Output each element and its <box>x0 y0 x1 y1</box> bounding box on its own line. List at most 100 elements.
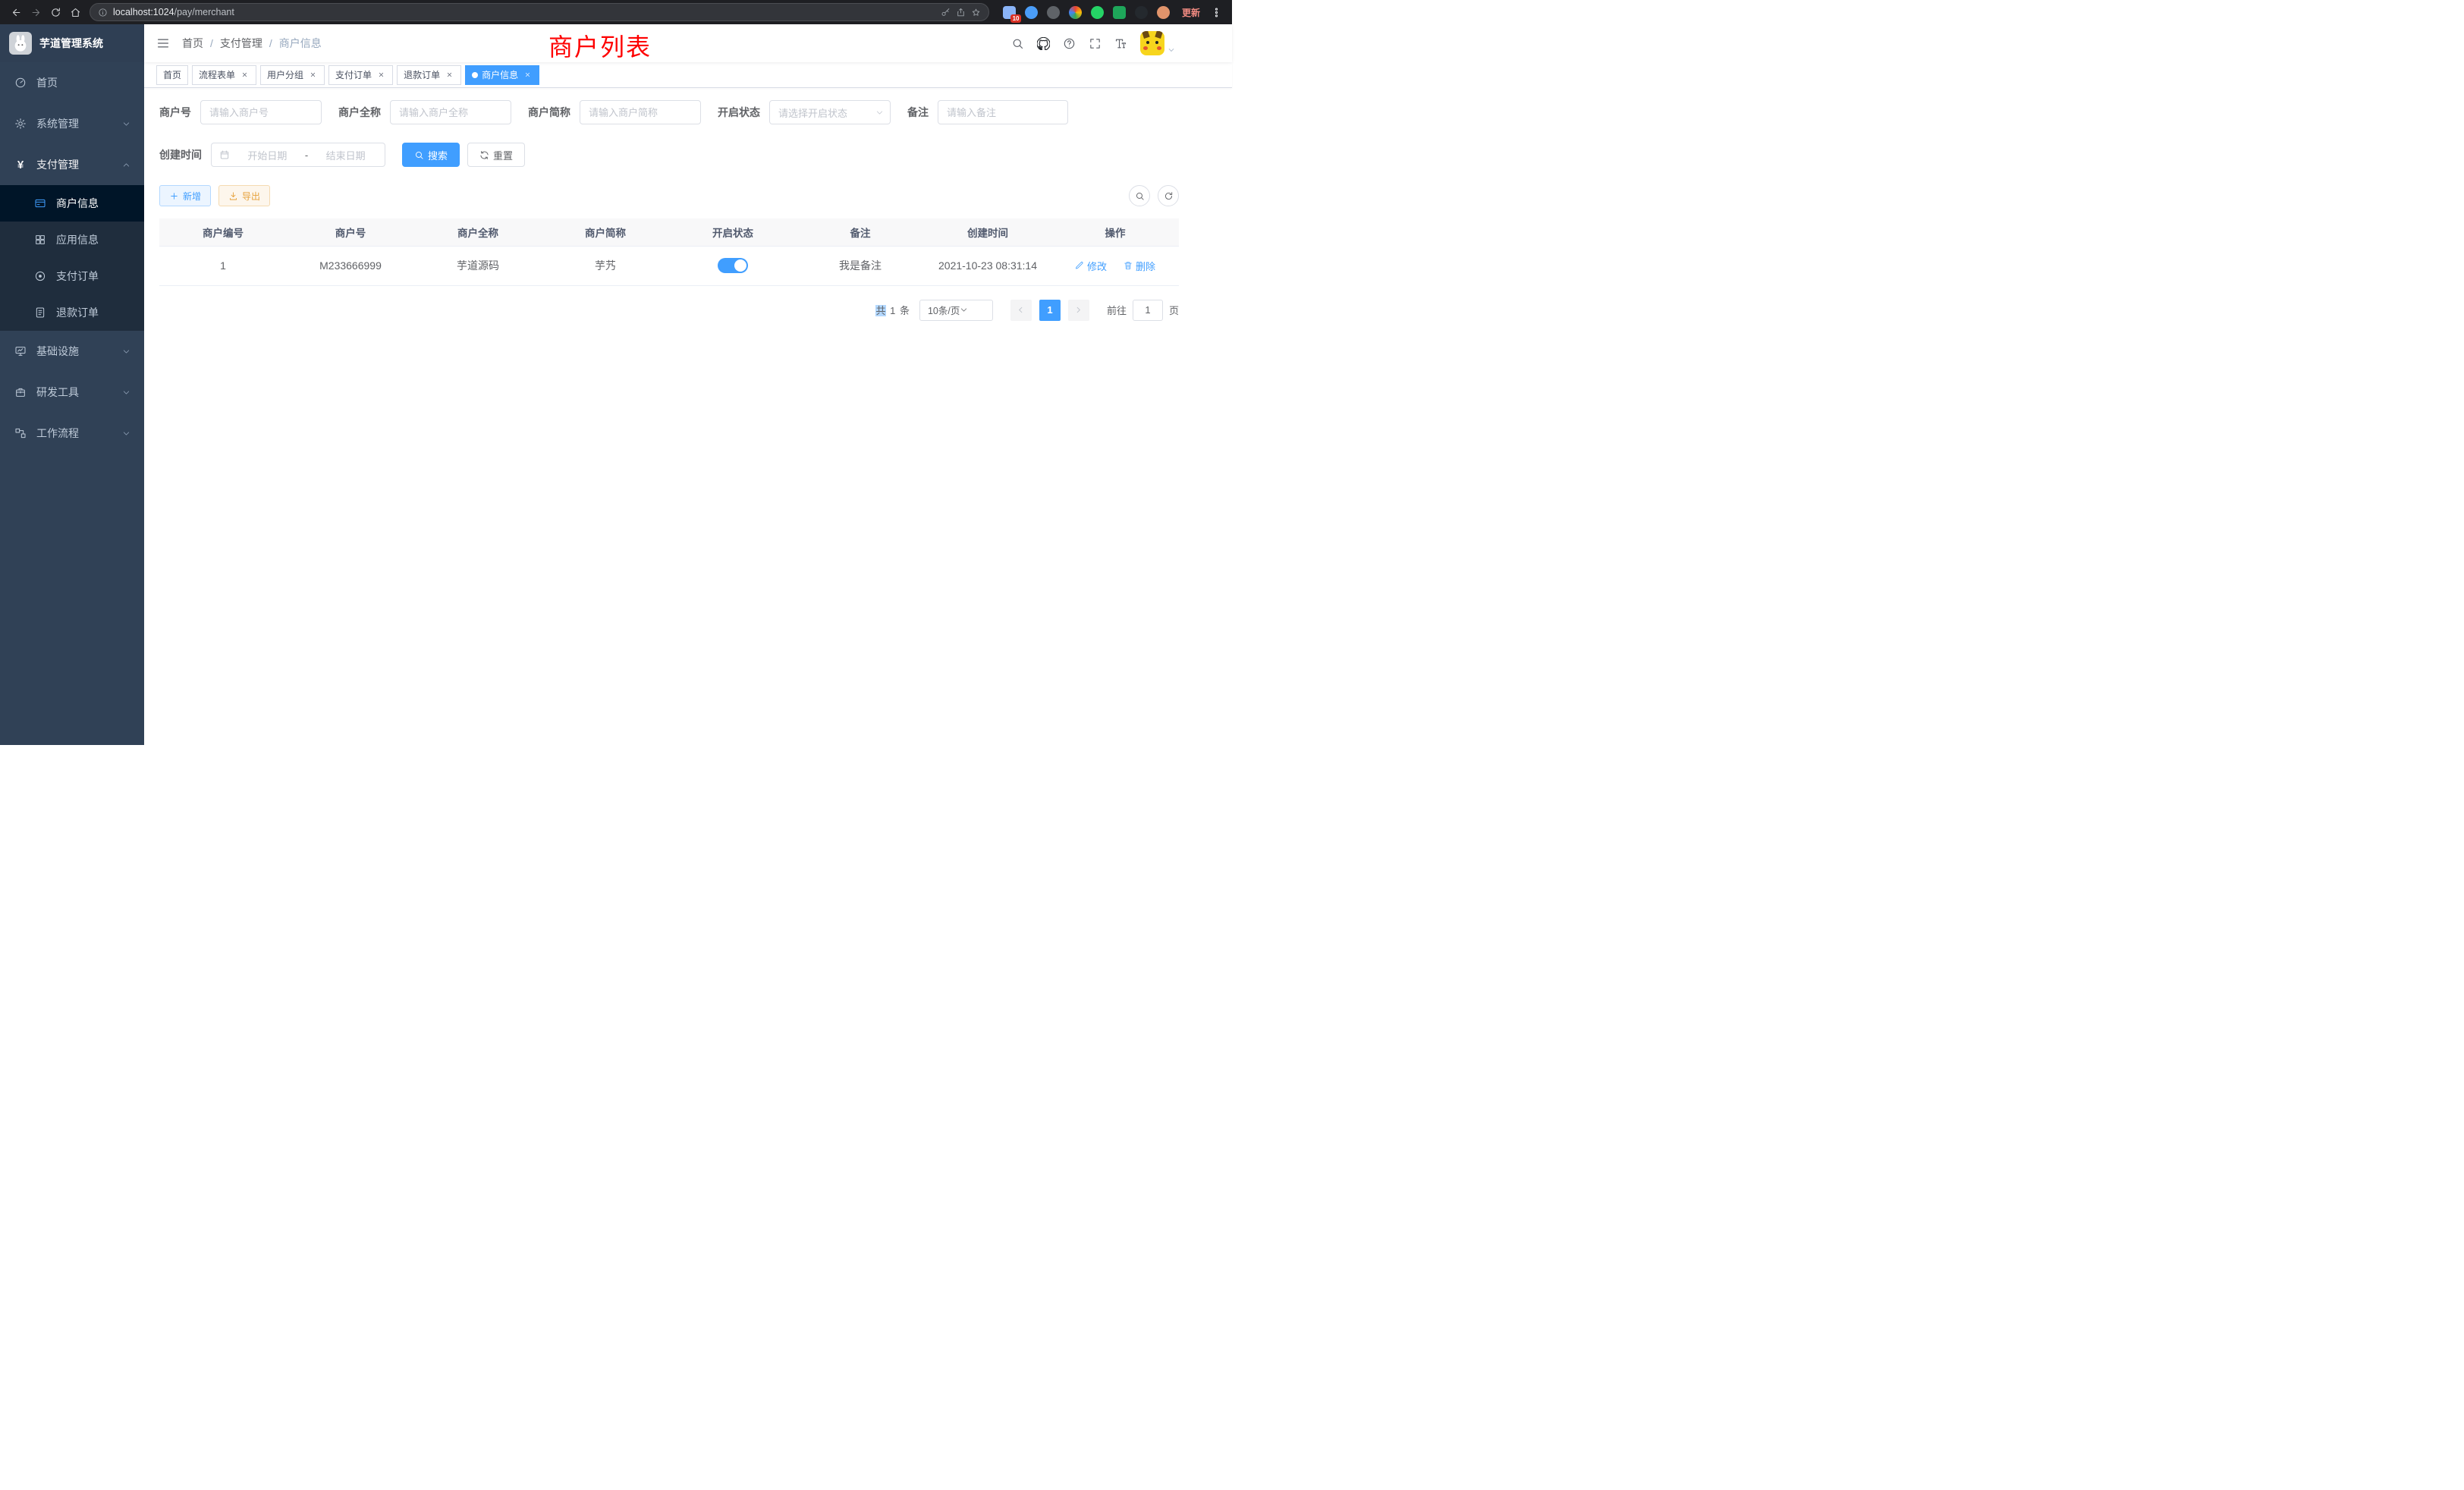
extension-icon[interactable] <box>1025 6 1038 19</box>
close-icon[interactable] <box>522 70 533 80</box>
next-page-button[interactable] <box>1068 300 1089 321</box>
tab-home[interactable]: 首页 <box>156 65 188 85</box>
merchant-name-input[interactable] <box>390 100 511 124</box>
close-icon[interactable] <box>307 70 318 80</box>
help-icon[interactable] <box>1063 37 1076 50</box>
sidebar-item-workflow[interactable]: 工作流程 <box>0 413 144 454</box>
extension-icon[interactable] <box>1113 6 1126 19</box>
chrome-update-button[interactable]: 更新 <box>1176 3 1206 22</box>
sidebar-toggle-icon[interactable] <box>156 36 170 50</box>
extension-icon[interactable] <box>1091 6 1104 19</box>
prev-page-button[interactable] <box>1010 300 1032 321</box>
browser-back-icon[interactable] <box>6 2 26 22</box>
app-logo[interactable]: 芋道管理系统 <box>0 24 144 62</box>
refresh-table-button[interactable] <box>1158 185 1179 206</box>
share-icon[interactable] <box>956 8 966 17</box>
annotation-merchant-list: 商户列表 <box>548 28 652 63</box>
tab-label: 用户分组 <box>267 68 303 81</box>
reset-button-label: 重置 <box>493 148 513 162</box>
sidebar-item-merchant-info[interactable]: 商户信息 <box>0 185 144 222</box>
breadcrumb: 首页 / 支付管理 / 商户信息 <box>182 36 322 51</box>
breadcrumb-payment[interactable]: 支付管理 <box>220 36 262 51</box>
status-switch[interactable] <box>718 258 748 273</box>
delete-link[interactable]: 删除 <box>1124 259 1155 273</box>
bookmark-star-icon[interactable] <box>971 8 981 17</box>
export-button[interactable]: 导出 <box>218 185 270 206</box>
search-button[interactable]: 搜索 <box>402 143 460 167</box>
pay-order-icon <box>33 270 47 282</box>
total-prefix: 共 <box>875 305 886 316</box>
cell-status <box>669 246 797 285</box>
extension-icon[interactable]: 10 <box>1003 6 1016 19</box>
tab-process-form[interactable]: 流程表单 <box>192 65 256 85</box>
remark-input[interactable] <box>938 100 1068 124</box>
monitor-icon <box>14 345 27 357</box>
browser-forward-icon[interactable] <box>26 2 46 22</box>
trash-icon <box>1124 261 1133 270</box>
address-bar[interactable]: localhost:1024/pay/merchant <box>90 3 989 21</box>
tab-pay-order[interactable]: 支付订单 <box>328 65 393 85</box>
tab-merchant-info[interactable]: 商户信息 <box>465 65 539 85</box>
sidebar-item-home[interactable]: 首页 <box>0 62 144 103</box>
col-create-time: 创建时间 <box>924 218 1051 246</box>
search-form-row-1: 商户号 商户全称 商户简称 开启状态 请选择开启状态 <box>159 100 1179 124</box>
page-size-select[interactable]: 10条/页 <box>919 300 993 321</box>
sidebar-item-infrastructure[interactable]: 基础设施 <box>0 331 144 372</box>
sidebar-item-label: 基础设施 <box>36 344 79 359</box>
add-button[interactable]: 新增 <box>159 185 211 206</box>
extension-icon[interactable] <box>1047 6 1060 19</box>
refresh-icon <box>1164 191 1174 201</box>
chevron-down-icon <box>122 429 130 438</box>
goto-page-input[interactable] <box>1133 300 1163 321</box>
pagination-goto: 前往 页 <box>1107 300 1179 321</box>
sidebar-item-pay-order[interactable]: 支付订单 <box>0 258 144 294</box>
sidebar-item-payment[interactable]: ¥ 支付管理 <box>0 144 144 185</box>
page-unit-label: 页 <box>1169 303 1179 317</box>
reset-button[interactable]: 重置 <box>467 143 525 167</box>
search-icon <box>1135 191 1145 201</box>
merchant-short-input[interactable] <box>580 100 701 124</box>
browser-profile-avatar[interactable] <box>1157 6 1170 19</box>
merchant-card-icon <box>33 197 47 209</box>
sidebar-item-dev-tools[interactable]: 研发工具 <box>0 372 144 413</box>
sidebar-item-refund-order[interactable]: 退款订单 <box>0 294 144 331</box>
tab-user-group[interactable]: 用户分组 <box>260 65 325 85</box>
search-icon[interactable] <box>1011 37 1024 50</box>
browser-reload-icon[interactable] <box>46 2 65 22</box>
status-select[interactable]: 请选择开启状态 <box>769 100 891 124</box>
start-date-placeholder: 开始日期 <box>236 148 299 162</box>
password-key-icon[interactable] <box>941 8 951 17</box>
close-icon[interactable] <box>376 70 386 80</box>
form-item-remark: 备注 <box>907 100 1068 124</box>
toggle-search-button[interactable] <box>1129 185 1150 206</box>
total-suffix: 条 <box>900 305 910 316</box>
github-icon[interactable] <box>1037 37 1050 50</box>
app-title: 芋道管理系统 <box>39 36 103 51</box>
sidebar-item-label: 商户信息 <box>56 196 99 211</box>
breadcrumb-home[interactable]: 首页 <box>182 36 203 51</box>
font-size-icon[interactable] <box>1114 37 1127 50</box>
browser-menu-icon[interactable] <box>1206 2 1226 22</box>
fullscreen-icon[interactable] <box>1089 37 1102 50</box>
sidebar-item-app-info[interactable]: 应用信息 <box>0 222 144 258</box>
field-label: 商户全称 <box>338 105 390 120</box>
close-icon[interactable] <box>239 70 250 80</box>
site-info-icon[interactable] <box>98 8 108 17</box>
tab-refund-order[interactable]: 退款订单 <box>397 65 461 85</box>
col-remark: 备注 <box>797 218 924 246</box>
cell-actions: 修改 删除 <box>1051 246 1179 285</box>
merchant-no-input[interactable] <box>200 100 322 124</box>
create-time-range-picker[interactable]: 开始日期 - 结束日期 <box>211 143 385 167</box>
edit-pencil-icon <box>1075 261 1084 270</box>
user-avatar-menu[interactable] <box>1140 31 1175 55</box>
close-icon[interactable] <box>444 70 454 80</box>
browser-home-icon[interactable] <box>65 2 85 22</box>
extension-icon[interactable] <box>1135 6 1148 19</box>
select-placeholder: 请选择开启状态 <box>778 105 875 120</box>
end-date-placeholder: 结束日期 <box>314 148 377 162</box>
edit-link[interactable]: 修改 <box>1075 259 1107 273</box>
plus-icon <box>169 191 179 201</box>
sidebar-item-system[interactable]: 系统管理 <box>0 103 144 144</box>
extension-icon[interactable] <box>1069 6 1082 19</box>
page-number-1[interactable]: 1 <box>1039 300 1061 321</box>
